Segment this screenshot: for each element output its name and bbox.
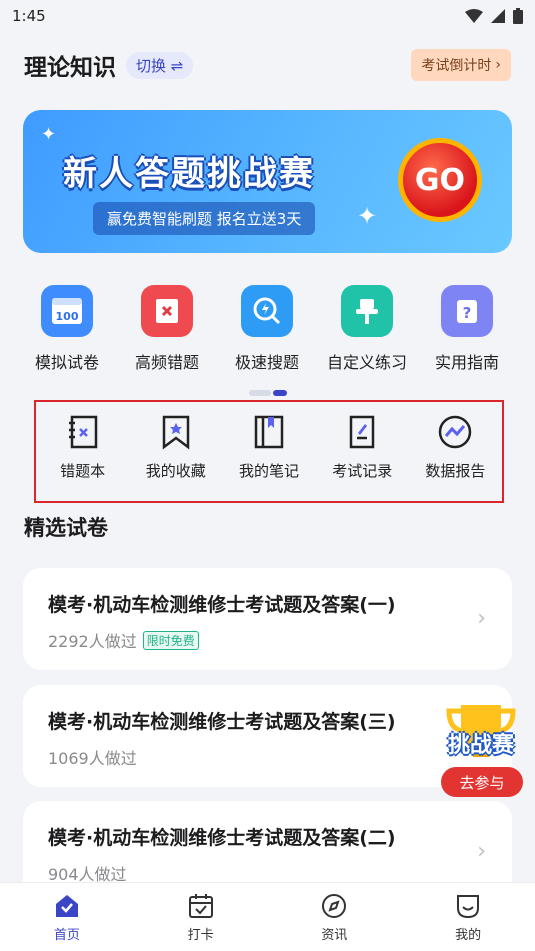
sparkle-icon: ✦ bbox=[41, 124, 57, 145]
paper-meta: 1069人做过 bbox=[48, 745, 137, 769]
tool-label: 我的笔记 bbox=[239, 462, 300, 480]
sparkle-icon: ✦ bbox=[357, 202, 378, 230]
wrong-book-icon bbox=[141, 285, 193, 337]
banner-subtitle: 赢免费智能刷题 报名立送3天 bbox=[93, 202, 316, 235]
switch-button[interactable]: 切换 ⇌ bbox=[126, 51, 194, 79]
notes-icon bbox=[254, 415, 284, 449]
search-bolt-icon bbox=[241, 285, 293, 337]
bookmark-icon bbox=[162, 415, 190, 450]
pin-icon bbox=[341, 285, 393, 337]
wifi-icon bbox=[465, 9, 483, 23]
paper-title: 模考·机动车检测维修士考试题及答案(一) bbox=[48, 594, 396, 616]
quick-entry-label: 自定义练习 bbox=[326, 353, 407, 372]
countdown-button[interactable]: 考试倒计时 › bbox=[411, 49, 511, 81]
chevron-right-icon: › bbox=[495, 57, 501, 73]
tool-notes[interactable]: 我的笔记 bbox=[222, 414, 315, 501]
chevron-right-icon: › bbox=[477, 839, 486, 864]
calendar-check-icon bbox=[188, 893, 213, 918]
quick-entries: 100 模拟试卷 高频错题 极速搜题 自定义练习 ? 实用指南 bbox=[17, 285, 517, 373]
tool-label: 我的收藏 bbox=[145, 462, 206, 480]
tab-label: 资讯 bbox=[321, 927, 348, 943]
tool-label: 考试记录 bbox=[332, 462, 393, 480]
quick-entry-label: 实用指南 bbox=[434, 353, 499, 372]
go-button[interactable]: GO bbox=[398, 138, 482, 222]
quick-entry-guide[interactable]: ? 实用指南 bbox=[417, 285, 517, 373]
chevron-right-icon: › bbox=[477, 606, 486, 631]
record-icon bbox=[349, 415, 375, 449]
header-left: 理论知识 切换 ⇌ bbox=[24, 48, 194, 82]
bottom-tab-bar: 首页 打卡 资讯 我的 bbox=[0, 882, 535, 951]
tool-exam-records[interactable]: 考试记录 bbox=[316, 414, 409, 501]
paper-card[interactable]: 模考·机动车检测维修士考试题及答案(一) 2292人做过 限时免费 › bbox=[23, 568, 512, 670]
svg-text:100: 100 bbox=[56, 310, 79, 323]
quick-entry-label: 极速搜题 bbox=[234, 353, 299, 372]
page-indicator bbox=[249, 390, 287, 396]
paper-count: 1069人做过 bbox=[48, 749, 137, 768]
quick-entry-fast-search[interactable]: 极速搜题 bbox=[217, 285, 317, 373]
tab-label: 首页 bbox=[53, 927, 80, 943]
status-time: 1:45 bbox=[12, 7, 46, 25]
tool-label: 数据报告 bbox=[425, 462, 486, 480]
badge-action[interactable]: 去参与 bbox=[441, 767, 523, 797]
tool-data-report[interactable]: 数据报告 bbox=[409, 414, 502, 501]
quick-entry-label: 模拟试卷 bbox=[34, 353, 99, 372]
battery-icon bbox=[513, 8, 523, 24]
paper-meta: 2292人做过 限时免费 bbox=[48, 628, 199, 652]
status-bar: 1:45 bbox=[0, 0, 535, 32]
free-tag: 限时免费 bbox=[142, 630, 199, 650]
profile-icon bbox=[457, 894, 480, 918]
tab-label: 我的 bbox=[455, 927, 482, 943]
signal-icon bbox=[491, 9, 505, 23]
report-icon bbox=[439, 415, 472, 449]
challenge-banner[interactable]: ✦ ✦ 新人答题挑战赛 赢免费智能刷题 报名立送3天 GO bbox=[23, 110, 512, 253]
quick-entry-label: 高频错题 bbox=[134, 353, 199, 372]
tab-news[interactable]: 资讯 bbox=[294, 892, 374, 943]
tool-label: 错题本 bbox=[60, 462, 106, 480]
header: 理论知识 切换 ⇌ 考试倒计时 › bbox=[0, 32, 535, 98]
tool-mistake-book[interactable]: 错题本 bbox=[36, 414, 129, 501]
quick-entry-mock-exam[interactable]: 100 模拟试卷 bbox=[17, 285, 117, 373]
compass-icon bbox=[322, 893, 347, 918]
exam-100-icon: 100 bbox=[41, 285, 93, 337]
quick-entry-frequent-mistakes[interactable]: 高频错题 bbox=[117, 285, 217, 373]
section-title: 精选试卷 bbox=[24, 516, 108, 540]
svg-text:?: ? bbox=[463, 304, 472, 322]
tab-profile[interactable]: 我的 bbox=[428, 892, 508, 943]
tab-checkin[interactable]: 打卡 bbox=[161, 892, 241, 943]
home-icon bbox=[55, 894, 78, 917]
tool-favorites[interactable]: 我的收藏 bbox=[129, 414, 222, 501]
countdown-label: 考试倒计时 bbox=[421, 58, 492, 74]
guide-icon: ? bbox=[441, 285, 493, 337]
tab-home[interactable]: 首页 bbox=[27, 892, 107, 943]
page-title: 理论知识 bbox=[24, 55, 116, 81]
paper-count: 2292人做过 bbox=[48, 632, 137, 651]
status-icons bbox=[465, 8, 523, 24]
quick-entry-custom-practice[interactable]: 自定义练习 bbox=[317, 285, 417, 373]
paper-title: 模考·机动车检测维修士考试题及答案(二) bbox=[48, 827, 396, 849]
tab-label: 打卡 bbox=[187, 927, 214, 943]
tools-row: 错题本 我的收藏 我的笔记 考试记录 数据报告 bbox=[34, 400, 504, 503]
paper-title: 模考·机动车检测维修士考试题及答案(三) bbox=[48, 711, 396, 733]
mistake-notebook-icon bbox=[68, 415, 97, 449]
banner-title: 新人答题挑战赛 bbox=[63, 154, 315, 194]
challenge-float-badge[interactable]: 挑战赛 去参与 bbox=[437, 703, 525, 799]
badge-title: 挑战赛 bbox=[447, 733, 514, 758]
